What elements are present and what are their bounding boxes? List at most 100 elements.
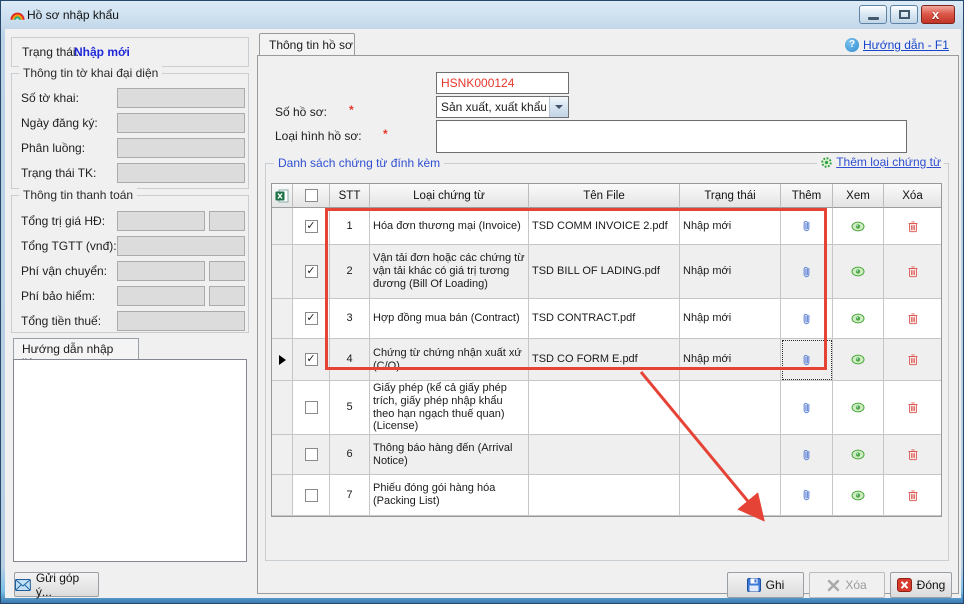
paperclip-icon <box>800 401 813 415</box>
export-excel-button[interactable] <box>272 184 293 208</box>
field-label: Tổng TGTT (vnđ): <box>21 239 117 253</box>
stt-cell: 2 <box>330 245 370 299</box>
checkbox-icon: ✓ <box>305 353 318 366</box>
phan-luong-field <box>117 138 245 158</box>
delete-row-button[interactable] <box>884 208 942 245</box>
app-window: Hồ sơ nhập khẩu x Trạng thái: Nhập mới T… <box>0 0 964 604</box>
view-button[interactable] <box>833 208 884 245</box>
file-name-cell <box>529 381 680 435</box>
so-ho-so-label: Số hồ sơ: <box>275 105 327 119</box>
status-label: Trạng thái: <box>22 45 79 59</box>
table-row[interactable]: ✓1Hóa đơn thương mại (Invoice)TSD COMM I… <box>272 208 941 245</box>
row-checkbox[interactable] <box>293 435 330 475</box>
delete-row-button[interactable] <box>884 299 942 339</box>
status-cell: Nhập mới <box>680 299 781 339</box>
doc-type-cell: Chứng từ chứng nhận xuất xứ (C/O) <box>370 339 529 381</box>
maximize-button[interactable] <box>890 5 918 24</box>
trash-icon <box>907 448 919 461</box>
rainbow-app-icon <box>10 8 25 22</box>
view-button[interactable] <box>833 299 884 339</box>
maximize-icon <box>899 10 910 19</box>
row-checkbox[interactable]: ✓ <box>293 208 330 245</box>
close-window-button[interactable]: x <box>921 5 955 24</box>
stt-cell: 4 <box>330 339 370 381</box>
view-button[interactable] <box>833 435 884 475</box>
attach-button[interactable] <box>781 435 833 475</box>
tab-huong-dan-nhap-lieu[interactable]: Hướng dẫn nhập liệu <box>13 338 139 359</box>
declaration-group-title: Thông tin tờ khai đại diện <box>19 66 162 80</box>
row-checkbox[interactable] <box>293 475 330 516</box>
doc-type-cell: Hóa đơn thương mại (Invoice) <box>370 208 529 245</box>
select-all-checkbox[interactable] <box>293 184 330 208</box>
attach-button[interactable] <box>781 208 833 245</box>
minimize-button[interactable] <box>859 5 887 24</box>
view-button[interactable] <box>833 381 884 435</box>
table-row[interactable]: ✓4Chứng từ chứng nhận xuất xứ (C/O)TSD C… <box>272 339 941 381</box>
table-row[interactable]: ✓3Hợp đồng mua bán (Contract)TSD CONTRAC… <box>272 299 941 339</box>
loai-hinh-dropdown[interactable]: Sản xuất, xuất khẩu <box>436 96 569 118</box>
delete-row-button[interactable] <box>884 435 942 475</box>
trash-icon <box>907 220 919 233</box>
row-checkbox[interactable]: ✓ <box>293 339 330 381</box>
delete-label: Xóa <box>845 578 866 592</box>
row-selector-cell <box>272 435 293 475</box>
help-link[interactable]: Hướng dẫn - F1 <box>863 38 949 52</box>
delete-row-button[interactable] <box>884 245 942 299</box>
attach-button[interactable] <box>781 245 833 299</box>
delete-row-button[interactable] <box>884 339 942 381</box>
attachments-title: Danh sách chứng từ đính kèm <box>274 156 444 170</box>
save-button[interactable]: Ghi <box>727 572 804 598</box>
view-button[interactable] <box>833 475 884 516</box>
phi-bao-hiem-currency-field <box>209 286 245 306</box>
view-button[interactable] <box>833 339 884 381</box>
tab-thong-tin-ho-so[interactable]: Thông tin hồ sơ <box>259 33 355 56</box>
stt-cell: 5 <box>330 381 370 435</box>
row-checkbox[interactable]: ✓ <box>293 245 330 299</box>
column-header: Loại chứng từ <box>370 184 529 208</box>
delete-row-button[interactable] <box>884 475 942 516</box>
attach-button[interactable] <box>781 381 833 435</box>
ghi-chu-textarea[interactable] <box>436 120 907 153</box>
selected-row-arrow-icon <box>279 355 286 365</box>
stt-cell: 6 <box>330 435 370 475</box>
column-header: Xóa <box>884 184 942 208</box>
doc-type-cell: Phiếu đóng gói hàng hóa (Packing List) <box>370 475 529 516</box>
help-question-icon[interactable]: ? <box>845 38 859 52</box>
close-button[interactable]: Đóng <box>890 572 952 598</box>
status-value: Nhập mới <box>74 45 130 59</box>
phi-van-chuyen-field <box>117 261 205 281</box>
status-cell: Nhập mới <box>680 208 781 245</box>
field-label: Trạng thái TK: <box>21 166 96 180</box>
minimize-icon <box>868 17 879 20</box>
attach-button[interactable] <box>781 475 833 516</box>
so-ho-so-input[interactable] <box>436 72 569 94</box>
table-row[interactable]: 7Phiếu đóng gói hàng hóa (Packing List) <box>272 475 941 516</box>
table-row[interactable]: 6Thông báo hàng đến (Arrival Notice) <box>272 435 941 475</box>
row-checkbox[interactable] <box>293 381 330 435</box>
row-selector-cell <box>272 208 293 245</box>
checkbox-icon <box>305 489 318 502</box>
tong-tgtt-field <box>117 236 245 256</box>
send-feedback-button[interactable]: Gửi góp ý... <box>14 572 99 597</box>
chevron-down-icon[interactable] <box>549 97 568 117</box>
attach-button[interactable] <box>781 299 833 339</box>
eye-icon <box>851 449 865 460</box>
file-name-cell <box>529 435 680 475</box>
trash-icon <box>907 265 919 278</box>
paperclip-icon <box>800 448 813 462</box>
tong-tri-gia-field <box>117 211 205 231</box>
file-name-cell: TSD CONTRACT.pdf <box>529 299 680 339</box>
view-button[interactable] <box>833 245 884 299</box>
attach-button[interactable] <box>781 339 833 381</box>
column-header: Thêm <box>781 184 833 208</box>
x-icon <box>827 579 840 592</box>
delete-row-button[interactable] <box>884 381 942 435</box>
row-checkbox[interactable]: ✓ <box>293 299 330 339</box>
add-document-type-link[interactable]: Thêm loại chứng từ <box>836 155 941 169</box>
table-row[interactable]: 5Giấy phép (kể cả giấy phép trích, giấy … <box>272 381 941 435</box>
file-name-cell: TSD COMM INVOICE 2.pdf <box>529 208 680 245</box>
title-bar[interactable]: Hồ sơ nhập khẩu x <box>1 1 963 29</box>
table-row[interactable]: ✓2Vận tải đơn hoặc các chứng từ vận tải … <box>272 245 941 299</box>
excel-icon <box>275 189 289 203</box>
paperclip-icon <box>800 353 813 367</box>
